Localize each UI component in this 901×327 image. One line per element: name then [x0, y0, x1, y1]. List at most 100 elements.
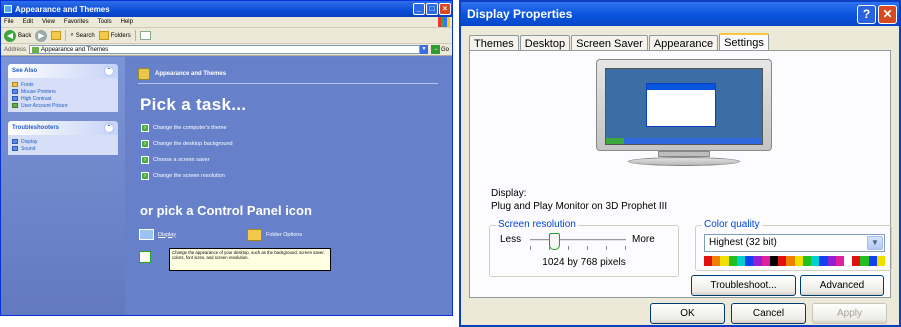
color-swatch: [786, 256, 795, 266]
see-also-box: See Also ⌃ Fonts Mouse Pointers High Con…: [8, 64, 118, 112]
color-swatch: [769, 256, 779, 266]
views-icon: [139, 31, 151, 40]
category-title: Appearance and Themes: [138, 68, 226, 80]
task-arrow-icon: ›: [141, 172, 149, 180]
color-swatch: [811, 256, 820, 266]
ok-button[interactable]: OK: [650, 303, 725, 324]
back-arrow-icon: ◀: [4, 29, 16, 42]
color-quality-select[interactable]: Highest (32 bit) ▼: [704, 234, 885, 252]
task-change-theme[interactable]: › Change the computer's theme: [141, 124, 227, 132]
slider-tick: [606, 246, 607, 250]
see-also-user-account-picture[interactable]: User Account Picture: [12, 102, 114, 109]
see-also-user-label: User Account Picture: [21, 102, 68, 109]
task-change-background-label: Change the desktop background: [153, 141, 233, 147]
troubleshoot-button[interactable]: Troubleshoot...: [691, 275, 796, 296]
menu-favorites[interactable]: Favorites: [64, 19, 89, 25]
tab-strip: Themes Desktop Screen Saver Appearance S…: [469, 32, 770, 53]
address-dropdown-icon[interactable]: ▼: [419, 45, 428, 54]
troubleshooter-display[interactable]: Display: [12, 138, 114, 145]
menu-view[interactable]: View: [42, 19, 55, 25]
chevron-down-icon[interactable]: ▼: [867, 236, 883, 250]
slider-tick: [587, 246, 588, 250]
folders-button[interactable]: Folders: [98, 31, 131, 40]
color-swatch: [753, 256, 762, 266]
see-also-header[interactable]: See Also ⌃: [8, 64, 118, 78]
chevron-up-icon[interactable]: ⌃: [104, 66, 114, 76]
help-button[interactable]: ?: [857, 4, 876, 24]
troubleshooter-sound[interactable]: Sound: [12, 145, 114, 152]
dialog-title-bar[interactable]: Display Properties ? ✕: [461, 2, 899, 26]
left-window-title: Appearance and Themes: [15, 4, 110, 14]
settings-panel: Display: Plug and Play Monitor on 3D Pro…: [469, 50, 892, 298]
display-label: Display:: [491, 188, 527, 199]
color-swatch: [819, 256, 828, 266]
folder-options-cp-icon[interactable]: Folder Options: [247, 229, 302, 241]
color-swatch: [794, 256, 803, 266]
resolution-more-label: More: [632, 234, 655, 245]
user-icon: [12, 103, 18, 108]
task-choose-screensaver-label: Choose a screen saver: [153, 157, 210, 163]
search-button[interactable]: ⌕ Search: [70, 32, 94, 39]
pick-icon-heading: or pick a Control Panel icon: [140, 203, 312, 218]
see-also-fonts-label: Fonts: [21, 81, 34, 88]
see-also-list: Fonts Mouse Pointers High Contrast User …: [8, 78, 118, 112]
pick-task-heading: Pick a task...: [140, 95, 247, 114]
monitor-frame: [596, 59, 772, 151]
task-change-resolution[interactable]: › Change the screen resolution: [141, 172, 225, 180]
toolbar-separator: [65, 30, 67, 41]
display-cp-icon[interactable]: Display: [139, 229, 176, 240]
back-button[interactable]: ◀ Back: [4, 29, 31, 42]
color-quality-legend: Color quality: [702, 219, 762, 230]
address-field[interactable]: Appearance and Themes: [29, 45, 420, 54]
maximize-button[interactable]: □: [426, 3, 438, 15]
up-folder-button[interactable]: [51, 31, 62, 40]
menu-file[interactable]: File: [4, 19, 14, 25]
task-choose-screensaver[interactable]: › Choose a screen saver: [141, 156, 210, 164]
slider-tick: [549, 246, 550, 250]
preview-window: [646, 83, 716, 127]
see-also-fonts[interactable]: Fonts: [12, 81, 114, 88]
menu-tools[interactable]: Tools: [98, 19, 112, 25]
slider-tick: [568, 246, 569, 250]
see-also-mouse-pointers[interactable]: Mouse Pointers: [12, 88, 114, 95]
forward-button[interactable]: ▶: [35, 29, 48, 42]
resolution-slider[interactable]: [530, 233, 626, 250]
resolution-slider-thumb[interactable]: [549, 233, 560, 250]
views-button[interactable]: [139, 31, 151, 40]
color-swatch: [745, 256, 754, 266]
task-arrow-icon: ›: [141, 124, 149, 132]
troubleshooters-box: Troubleshooters ⌃ Display Sound: [8, 121, 118, 155]
color-spectrum-bar: [704, 256, 886, 266]
color-swatch: [860, 256, 869, 266]
address-label: Address: [4, 46, 27, 53]
troubleshooter-sound-label: Sound: [21, 145, 36, 152]
left-title-bar[interactable]: Appearance and Themes _ □ ×: [1, 1, 452, 17]
menu-help[interactable]: Help: [121, 19, 133, 25]
chevron-up-icon[interactable]: ⌃: [104, 123, 114, 133]
apply-button[interactable]: Apply: [812, 303, 887, 324]
close-button[interactable]: ×: [439, 3, 451, 15]
category-title-text: Appearance and Themes: [155, 71, 227, 77]
advanced-button[interactable]: Advanced: [800, 275, 884, 296]
display-tooltip: Change the appearance of your desktop, s…: [169, 248, 331, 271]
see-also-high-contrast[interactable]: High Contrast: [12, 95, 114, 102]
task-change-background[interactable]: › Change the desktop background: [141, 140, 233, 148]
display-properties-dialog: Display Properties ? ✕ Themes Desktop Sc…: [459, 0, 901, 327]
preview-window-titlebar: [647, 84, 715, 90]
troubleshooters-title: Troubleshooters: [12, 125, 60, 131]
sound-icon: [139, 251, 151, 263]
go-button[interactable]: → Go: [430, 45, 449, 54]
cancel-button[interactable]: Cancel: [731, 303, 806, 324]
appearance-themes-window: Appearance and Themes _ □ × File Edit Vi…: [0, 0, 453, 316]
task-arrow-icon: ›: [141, 156, 149, 164]
minimize-button[interactable]: _: [413, 3, 425, 15]
search-label: Search: [75, 32, 95, 39]
color-swatch: [868, 256, 877, 266]
resolution-value: 1024 by 768 pixels: [542, 257, 626, 268]
task-change-resolution-label: Change the screen resolution: [153, 173, 225, 179]
sound-cp-icon[interactable]: [139, 251, 151, 263]
menu-edit[interactable]: Edit: [23, 19, 33, 25]
color-swatch: [835, 256, 844, 266]
troubleshooters-header[interactable]: Troubleshooters ⌃: [8, 121, 118, 135]
dialog-close-button[interactable]: ✕: [878, 4, 897, 24]
